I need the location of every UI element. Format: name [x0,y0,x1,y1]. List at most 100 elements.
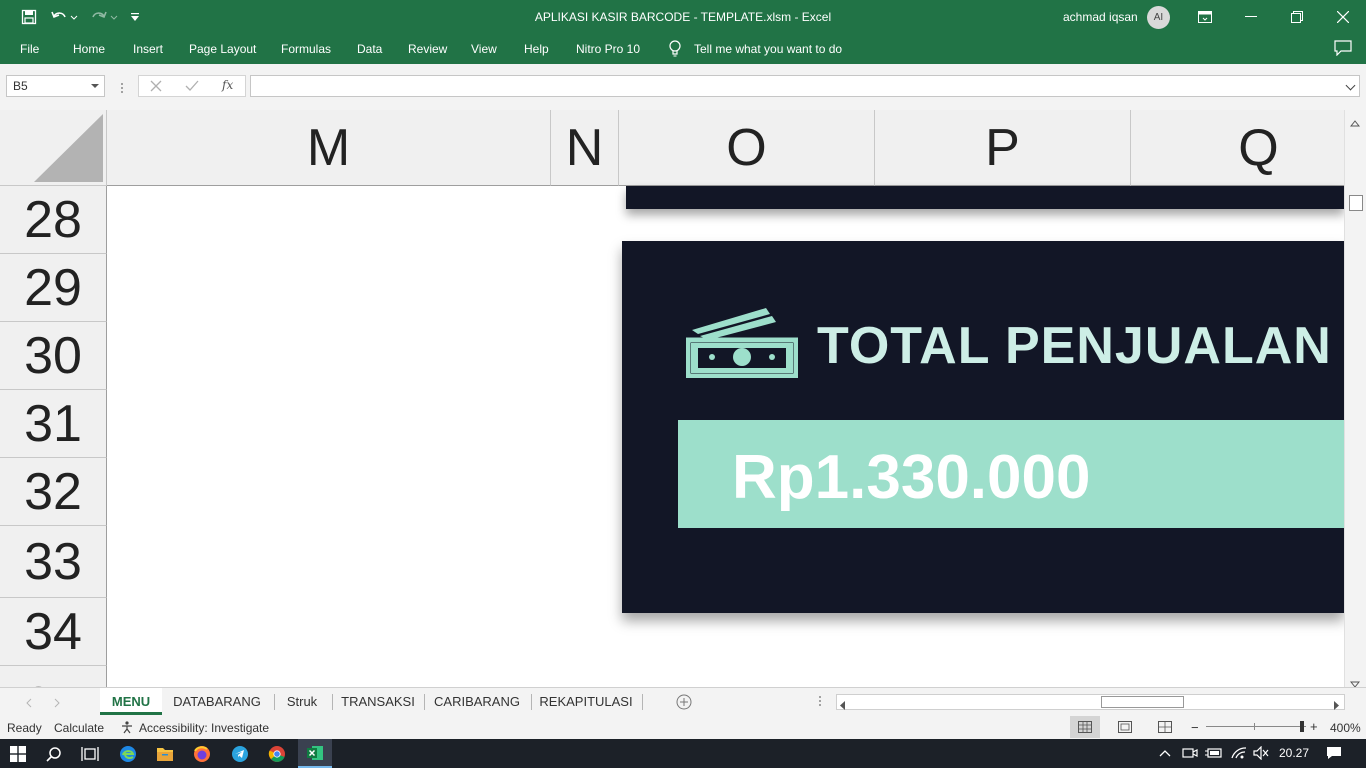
battery-icon[interactable] [1205,747,1223,762]
row-header-33[interactable]: 33 [0,526,107,598]
calculate-button[interactable]: Calculate [54,721,104,735]
sheet-tab-struk[interactable]: Struk [278,688,326,715]
tab-file[interactable]: File [20,42,39,56]
sheet-tab-rekapitulasi[interactable]: REKAPITULASI [535,688,637,715]
more-options-icon[interactable] [120,81,124,99]
tab-home[interactable]: Home [73,42,105,56]
insert-function-icon[interactable]: fx [222,78,233,92]
zoom-out-icon[interactable]: − [1191,720,1199,735]
name-box[interactable]: B5 [6,75,105,97]
sheet-tab-databarang[interactable]: DATABARANG [166,688,268,715]
tab-nitro-pro[interactable]: Nitro Pro 10 [576,42,640,56]
vertical-scrollbar[interactable] [1344,110,1366,688]
notifications-icon[interactable] [1326,746,1342,763]
search-icon[interactable] [42,742,66,766]
prev-sheet-icon[interactable] [26,696,32,711]
chevron-down-icon[interactable] [91,84,99,88]
volume-icon[interactable] [1253,745,1269,763]
edge-icon[interactable] [116,742,140,766]
column-header-p[interactable]: P [875,110,1131,186]
accessibility-status[interactable]: Accessibility: Investigate [139,721,269,735]
divider [642,694,643,710]
tab-insert[interactable]: Insert [133,42,163,56]
meet-now-icon[interactable] [1182,746,1198,763]
page-layout-view-icon[interactable] [1118,721,1132,736]
taskbar: 20.27 [0,739,1366,768]
telegram-icon[interactable] [228,742,252,766]
normal-view-button[interactable] [1070,716,1100,738]
total-sales-value: Rp1.330.000 [732,443,1091,512]
row-header-29[interactable]: 29 [0,254,107,322]
zoom-slider-tick [1254,723,1255,730]
excel-taskbar-button[interactable] [298,739,332,768]
chrome-icon[interactable] [265,742,289,766]
tab-review[interactable]: Review [408,42,447,56]
row-header-28[interactable]: 28 [0,186,107,254]
avatar[interactable]: AI [1147,6,1170,29]
row-header-34[interactable]: 34 [0,598,107,666]
cancel-icon[interactable] [150,79,162,97]
taskbar-clock[interactable]: 20.27 [1279,746,1309,760]
expand-formula-bar-icon[interactable] [1345,80,1356,91]
column-header-o[interactable]: O [619,110,875,186]
tab-data[interactable]: Data [357,42,382,56]
divider [424,694,425,710]
close-icon[interactable] [1320,0,1366,34]
scroll-left-icon[interactable] [840,698,846,713]
minimize-icon[interactable] [1228,0,1274,34]
windows-start-icon[interactable] [6,742,30,766]
page-break-preview-icon[interactable] [1158,721,1172,736]
scroll-up-icon[interactable] [1349,114,1361,132]
total-sales-card[interactable]: TOTAL PENJUALAN Rp1.330.000 [622,241,1344,613]
comments-icon[interactable] [1334,40,1352,59]
firefox-icon[interactable] [190,742,214,766]
row-header-35[interactable]: 35 [0,666,107,687]
file-explorer-icon[interactable] [153,742,177,766]
value-band: Rp1.330.000 [678,420,1344,528]
zoom-in-icon[interactable]: + [1310,719,1318,734]
column-header-n[interactable]: N [551,110,619,186]
column-header-q[interactable]: Q [1131,110,1366,186]
next-sheet-icon[interactable] [54,696,60,711]
status-bar: Ready Calculate Accessibility: Investiga… [0,715,1366,739]
zoom-slider-thumb[interactable] [1300,721,1304,732]
row-header-31[interactable]: 31 [0,390,107,458]
user-name[interactable]: achmad iqsan [1063,10,1138,24]
show-hidden-icons-icon[interactable] [1159,748,1171,760]
add-sheet-icon[interactable] [676,694,692,713]
task-view-icon[interactable] [78,742,102,766]
tab-formulas[interactable]: Formulas [281,42,331,56]
ribbon-tabs: File Home Insert Page Layout Formulas Da… [0,34,1366,64]
worksheet-grid[interactable]: M N O P Q 28 29 30 31 32 33 34 35 TOTAL … [0,110,1366,687]
sheet-tab-caribarang[interactable]: CARIBARANG [428,688,526,715]
sheet-tab-bar: MENU DATABARANG Struk TRANSAKSI CARIBARA… [0,687,1366,715]
sheet-tab-transaksi[interactable]: TRANSAKSI [336,688,420,715]
enter-icon[interactable] [185,79,199,97]
horizontal-scroll-thumb[interactable] [1101,696,1184,708]
ribbon-display-options-icon[interactable] [1182,0,1228,34]
scroll-thumb[interactable] [1349,195,1363,211]
lightbulb-icon [668,40,682,61]
tell-me-search[interactable]: Tell me what you want to do [694,42,842,56]
sheet-tab-menu[interactable]: MENU [100,688,162,715]
formula-input[interactable] [250,75,1360,97]
wifi-icon[interactable] [1230,746,1248,763]
tab-splitter-icon[interactable] [818,695,822,710]
row-header-30[interactable]: 30 [0,322,107,390]
tab-view[interactable]: View [471,42,497,56]
scroll-right-icon[interactable] [1334,698,1340,713]
column-header-m[interactable]: M [107,110,551,186]
row-header-32[interactable]: 32 [0,458,107,526]
restore-icon[interactable] [1274,0,1320,34]
zoom-level[interactable]: 400% [1330,721,1361,735]
zoom-slider[interactable] [1206,721,1306,732]
title-bar: APLIKASI KASIR BARCODE - TEMPLATE.xlsm -… [0,0,1366,34]
divider [332,694,333,710]
formula-bar: B5 fx [0,64,1366,110]
divider [274,694,275,710]
select-all-button[interactable] [0,110,107,186]
horizontal-scrollbar[interactable] [836,694,1345,710]
tab-help[interactable]: Help [524,42,549,56]
card-title: TOTAL PENJUALAN [817,317,1332,375]
tab-page-layout[interactable]: Page Layout [189,42,256,56]
